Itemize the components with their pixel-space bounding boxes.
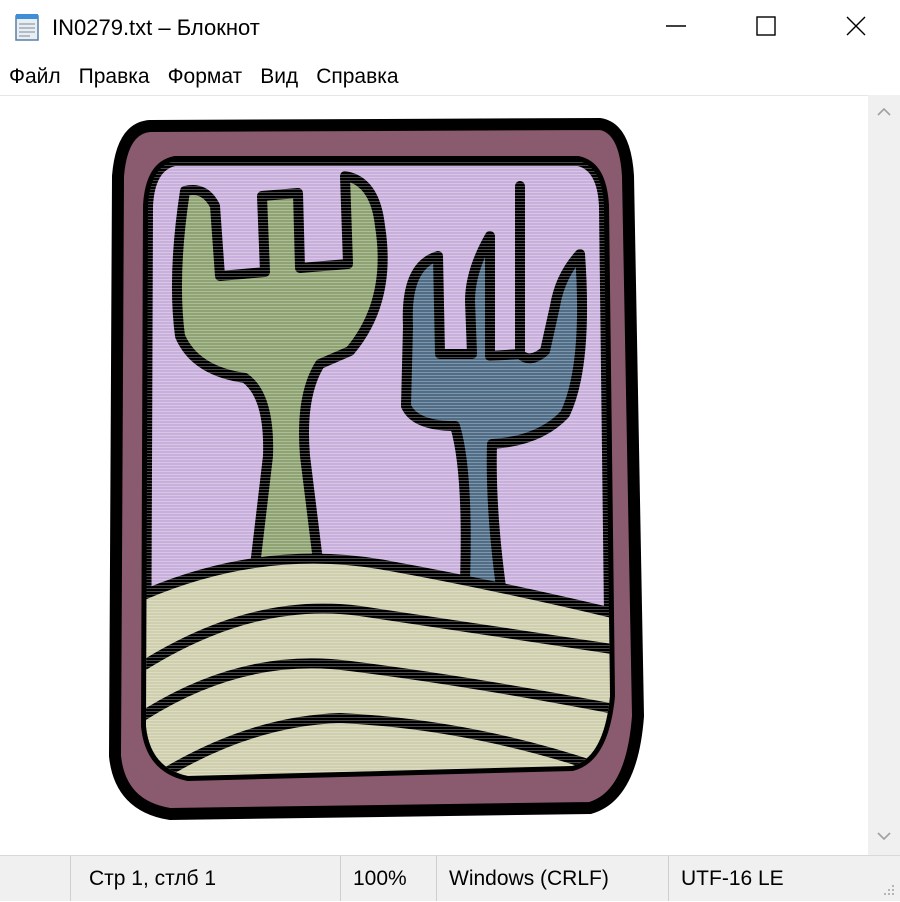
text-editor-area[interactable] — [0, 95, 868, 856]
minimize-button[interactable] — [630, 0, 722, 56]
cursor-position: Стр 1, стлб 1 — [70, 856, 340, 901]
menu-view[interactable]: Вид — [251, 62, 307, 92]
menu-help[interactable]: Справка — [307, 62, 407, 92]
encoding: UTF-16 LE — [668, 856, 868, 901]
zoom-level: 100% — [340, 856, 436, 901]
menu-file[interactable]: Файл — [0, 62, 70, 92]
resize-grip-icon[interactable] — [880, 881, 896, 897]
maximize-icon — [755, 15, 777, 42]
title-bar: IN0279.txt – Блокнот — [0, 0, 900, 56]
chevron-down-icon — [876, 828, 892, 846]
status-bar: Стр 1, стлб 1 100% Windows (CRLF) UTF-16… — [0, 855, 900, 901]
scroll-up-button[interactable] — [868, 95, 900, 131]
menu-bar: Файл Правка Формат Вид Справка — [0, 60, 900, 94]
chevron-up-icon — [876, 104, 892, 122]
line-endings: Windows (CRLF) — [436, 856, 668, 901]
minimize-icon — [665, 15, 687, 42]
vertical-scrollbar[interactable] — [868, 95, 900, 855]
menu-edit[interactable]: Правка — [70, 62, 159, 92]
maximize-button[interactable] — [720, 0, 812, 56]
close-button[interactable] — [810, 0, 900, 56]
menu-format[interactable]: Формат — [159, 62, 252, 92]
forks-on-hills-emblem-icon — [108, 117, 645, 821]
close-icon — [845, 15, 867, 42]
scroll-down-button[interactable] — [868, 819, 900, 855]
notepad-icon — [14, 12, 42, 42]
window-title: IN0279.txt – Блокнот — [52, 15, 260, 40]
